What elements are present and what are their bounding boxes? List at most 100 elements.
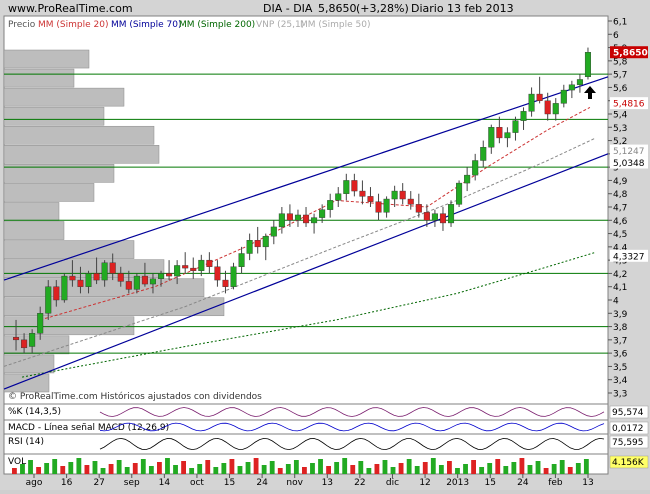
y-tick-label: 4,6 xyxy=(613,217,628,227)
candle-body xyxy=(182,265,189,269)
candle-body xyxy=(117,273,124,282)
volume-bar xyxy=(487,463,493,474)
candle-body xyxy=(415,204,422,213)
y-tick-label: 5,8 xyxy=(613,57,628,67)
volume-bar xyxy=(100,468,106,474)
profile-bar xyxy=(3,259,165,278)
volume-bar xyxy=(503,466,509,474)
y-tick-label: 4,5 xyxy=(613,230,627,240)
candle-body xyxy=(343,180,350,194)
x-axis: ago 16 27 sep 14 oct 15 24 nov 13 22 dic 12 2013 15 24 f… xyxy=(26,474,594,488)
period-label: Diario xyxy=(411,2,444,15)
volume-bar xyxy=(447,461,452,474)
candle-body xyxy=(278,213,285,228)
volume-bar xyxy=(414,466,420,474)
y-tick-label: 3,8 xyxy=(613,323,628,333)
volume-bar xyxy=(382,460,388,474)
price-label: 5,1247 xyxy=(613,147,645,157)
candle-body xyxy=(101,262,108,281)
y-tick-label: 5,4 xyxy=(613,111,628,121)
x-tick-label: oct xyxy=(190,478,204,488)
candle-body xyxy=(303,214,310,224)
candle-body xyxy=(45,286,52,314)
x-tick-label: 15 xyxy=(485,478,496,488)
volume-bar xyxy=(374,464,380,474)
candle-body xyxy=(319,209,326,218)
candle-body xyxy=(222,279,229,287)
profile-bar xyxy=(3,278,205,297)
candle-body xyxy=(327,200,334,210)
candle-body xyxy=(166,273,173,277)
candle-body xyxy=(230,266,237,287)
candle-body xyxy=(61,275,68,301)
x-tick-label: 27 xyxy=(93,478,104,488)
y-tick-label: 5,3 xyxy=(613,124,627,134)
y-tick-label: 4,2 xyxy=(613,270,627,280)
candle-body xyxy=(149,278,156,285)
volume-bar xyxy=(479,467,485,474)
site-url[interactable]: www.ProRealTime.com xyxy=(8,2,133,15)
x-tick-label: 15 xyxy=(224,478,235,488)
volume-bar xyxy=(495,459,501,474)
x-tick-label: 24 xyxy=(517,478,529,488)
candle-body xyxy=(399,190,406,200)
volume-bar xyxy=(173,465,178,474)
volume-bar xyxy=(543,468,549,474)
stock-chart[interactable]: www.ProRealTime.com DIA - DIA 5,8650 (+3… xyxy=(0,0,650,490)
volume-bar xyxy=(20,464,25,474)
indicator-value: 0,0172 xyxy=(612,424,644,434)
candle-body xyxy=(158,273,165,279)
candle-body xyxy=(584,52,591,77)
volume-bar xyxy=(358,461,364,474)
candle-body xyxy=(262,236,269,248)
candle-body xyxy=(37,313,44,334)
volume-bar xyxy=(165,458,170,474)
volume-bar xyxy=(310,463,315,474)
price-label: 4,3327 xyxy=(613,252,645,262)
candle-body xyxy=(375,201,382,213)
volume-bar xyxy=(559,460,565,474)
y-tick-label: 3,4 xyxy=(613,376,628,386)
x-tick-label: 24 xyxy=(256,478,268,488)
candle-body xyxy=(254,240,261,248)
candle-body xyxy=(238,253,245,267)
profile-bar xyxy=(3,125,155,145)
price-label: 5,0348 xyxy=(613,159,645,169)
indicator-value: 75,595 xyxy=(612,438,644,448)
volume-bar xyxy=(535,461,541,474)
profile-bar xyxy=(3,202,60,221)
y-tick-label: 3,6 xyxy=(613,350,628,360)
y-tick-label: 5,6 xyxy=(613,84,628,94)
x-tick-label: ago xyxy=(26,478,43,488)
header-date: 13 feb 2013 xyxy=(447,2,514,15)
volume-bar xyxy=(293,460,299,474)
candle-body xyxy=(464,174,471,184)
y-tick-label: 4 xyxy=(613,297,619,307)
profile-bar xyxy=(3,106,105,126)
candle-body xyxy=(383,198,390,213)
candle-body xyxy=(520,111,527,121)
profile-bar xyxy=(3,183,95,202)
x-tick-label: 2013 xyxy=(446,478,469,488)
legend-mm70: MM (Simple 70) xyxy=(111,20,181,30)
legend-mm200: MM (Simple 200) xyxy=(179,20,255,30)
candle-body xyxy=(335,193,342,201)
y-axis: 6,165,95,85,75,65,55,45,35,25,154,94,84,… xyxy=(608,18,648,400)
y-tick-label: 4,7 xyxy=(613,204,627,214)
volume-bar xyxy=(511,462,517,474)
candle-body xyxy=(13,337,20,341)
stochastic-panel xyxy=(3,403,609,421)
indicator-label: %K (14,3,5) xyxy=(8,407,61,417)
volume-bar xyxy=(213,467,219,474)
x-tick-label: 22 xyxy=(354,478,365,488)
volume-bar xyxy=(148,466,154,474)
volume-bar xyxy=(366,468,372,474)
candle-body xyxy=(77,279,84,287)
instrument-name: DIA - DIA xyxy=(263,2,313,15)
volume-bar xyxy=(390,467,396,474)
candle-body xyxy=(206,259,213,267)
x-tick-label: 12 xyxy=(419,478,430,488)
volume-bar xyxy=(285,464,291,474)
volume-bar xyxy=(269,461,275,474)
candle-body xyxy=(109,262,116,274)
